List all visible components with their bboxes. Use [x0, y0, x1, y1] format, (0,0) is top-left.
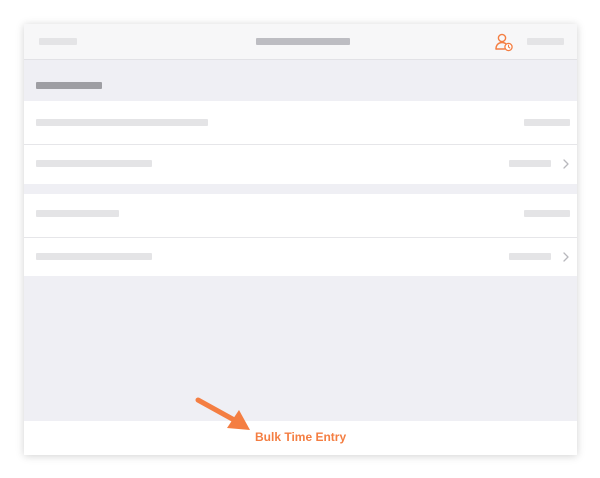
list-item-label-placeholder [36, 210, 119, 217]
list-item[interactable] [24, 145, 577, 184]
bottom-toolbar: Bulk Time Entry [24, 421, 577, 455]
page-title-placeholder [256, 38, 350, 45]
app-window: Bulk Time Entry [24, 24, 577, 455]
list-item[interactable] [24, 194, 577, 238]
list-item-value-placeholder [524, 119, 570, 126]
list-item-value-placeholder [509, 253, 551, 260]
user-clock-icon[interactable] [494, 32, 514, 52]
list-item-label-placeholder [36, 253, 152, 260]
list-item[interactable] [24, 101, 577, 145]
topbar-action-placeholder[interactable] [527, 38, 564, 45]
navigation-bar [24, 24, 577, 60]
list-item-value-placeholder [524, 210, 570, 217]
bulk-time-entry-button[interactable]: Bulk Time Entry [255, 430, 346, 444]
chevron-right-icon [563, 252, 569, 262]
list-item-label-placeholder [36, 119, 208, 126]
list-item-label-placeholder [36, 160, 152, 167]
callout-arrow-icon [195, 397, 250, 430]
list-item[interactable] [24, 238, 577, 276]
chevron-right-icon [563, 159, 569, 169]
section-header-placeholder [36, 82, 102, 89]
list-item-value-placeholder [509, 160, 551, 167]
back-button-placeholder[interactable] [39, 38, 77, 45]
